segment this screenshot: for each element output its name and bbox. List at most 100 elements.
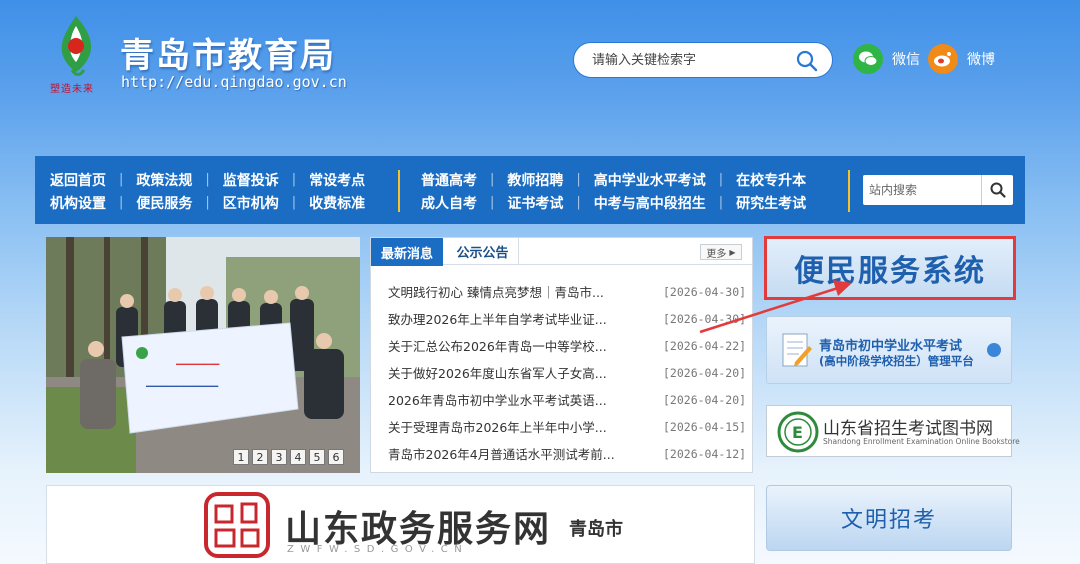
nav-divider: | [205,172,210,187]
weibo-icon [928,44,958,74]
news-date: [2026-04-30] [663,284,747,299]
news-item[interactable]: 2026年青岛市初中学业水平考试英语... [2026-04-20] [371,386,752,413]
nav-certificate[interactable]: 证书考试 [507,193,563,213]
gov-service-city: 青岛市 [569,519,623,540]
tab-announcements[interactable]: 公示公告 [447,238,519,265]
svg-text:E: E [792,423,803,442]
arrow-circle-icon [987,343,1001,357]
news-list: 文明践行初心 臻情点亮梦想｜青岛市... [2026-04-30] 致办理2026… [371,278,752,467]
nav-divider: | [490,195,495,210]
tab-latest-news[interactable]: 最新消息 [371,238,443,266]
nav-complaint[interactable]: 监督投诉 [223,170,279,190]
civilized-exam-banner[interactable]: 文明招考 [766,485,1012,551]
search-icon [990,182,1006,198]
nav-exam-sites[interactable]: 常设考点 [309,170,365,190]
nav-fees[interactable]: 收费标准 [309,193,365,213]
svg-text:━━━━━━━━━: ━━━━━━━━━ [175,360,220,369]
wechat-link[interactable]: 微信 [853,44,920,74]
nav-gaokao[interactable]: 普通高考 [421,170,477,190]
gov-service-url: ZWFW.SD.GOV.CN [287,544,469,555]
news-title[interactable]: 关于汇总公布2026年青岛一中等学校... [388,336,623,355]
junior-exam-platform-banner[interactable]: 青岛市初中学业水平考试 (高中阶段学校招生）管理平台 [766,316,1012,384]
nav-divider: | [119,172,124,187]
document-pencil-icon [782,333,812,367]
nav-organization[interactable]: 机构设置 [50,193,106,213]
nav-services[interactable]: 便民服务 [136,193,192,213]
bookstore-banner[interactable]: E 山东省招生考试图书网 Shandong Enrollment Examina… [766,405,1020,457]
nav-divider: | [576,195,581,210]
nav-policy[interactable]: 政策法规 [136,170,192,190]
news-date: [2026-04-20] [663,392,747,407]
nav-group-right: 普通高考 | 教师招聘 | 高中学业水平考试 | 在校专升本 成人自考 | 证书考试 | … [421,168,806,214]
nav-hs-proficiency[interactable]: 高中学业水平考试 [594,170,706,190]
news-title[interactable]: 关于受理青岛市2026年上半年中小学... [388,417,623,436]
news-item[interactable]: 关于受理青岛市2026年上半年中小学... [2026-04-15] [371,413,752,440]
news-title[interactable]: 2026年青岛市初中学业水平考试英语... [388,390,623,409]
wechat-label: 微信 [892,52,920,68]
site-search-input[interactable] [865,179,977,201]
nav-graduate[interactable]: 研究生考试 [736,193,806,213]
slider-page-2[interactable]: 2 [252,449,268,465]
news-date: [2026-04-30] [663,311,747,326]
search-icon[interactable] [796,50,818,72]
nav-divider: | [718,172,724,187]
news-tabs: 最新消息 公示公告 更多 ▶ [371,238,752,266]
nav-divider: | [205,195,210,210]
nav-divider: | [291,195,297,210]
slider-page-4[interactable]: 4 [290,449,306,465]
nav-home[interactable]: 返回首页 [50,170,106,190]
site-url: http://edu.qingdao.gov.cn [121,73,347,91]
news-item[interactable]: 致办理2026年上半年自学考试毕业证... [2026-04-30] [371,305,752,332]
gov-seal-icon [204,492,270,558]
nav-divider: | [291,172,297,187]
site-search-button[interactable] [981,175,1013,205]
news-item[interactable]: 关于做好2026年度山东省军人子女高... [2026-04-20] [371,359,752,386]
header-search-box[interactable] [573,42,833,78]
nav-divider: | [576,172,581,187]
news-item[interactable]: 青岛市2026年4月普通话水平测试考前... [2026-04-12] [371,440,752,467]
gov-service-banner[interactable]: 山东政务服务网 青岛市 ZWFW.SD.GOV.CN [46,485,755,564]
nav-divider: | [718,195,724,210]
civilized-exam-label: 文明招考 [840,508,937,533]
nav-divider: | [490,172,495,187]
site-search-box[interactable] [863,175,1013,205]
nav-district[interactable]: 区市机构 [223,193,279,213]
logo-motto: 塑造未来 [50,84,94,95]
news-title[interactable]: 青岛市2026年4月普通话水平测试考前... [388,444,623,463]
bookstore-logo-icon: E [777,411,819,453]
convenience-service-label: 便民服务系统 [794,254,986,289]
nav-teacher-recruit[interactable]: 教师招聘 [507,170,563,190]
junior-exam-title: 青岛市初中学业水平考试 [819,339,963,354]
nav-yellow-divider [848,170,850,212]
nav-self-study[interactable]: 成人自考 [421,193,477,213]
nav-group-left: 返回首页 | 政策法规 | 监督投诉 | 常设考点 机构设置 | 便民服务 | 区市机构 |… [50,168,365,214]
slider-photo: ━━━━━━━━━ ━━━━━━━━━━━━━━━ [46,237,360,473]
logo-icon [61,16,92,76]
news-date: [2026-04-15] [663,419,747,434]
news-title[interactable]: 致办理2026年上半年自学考试毕业证... [388,309,623,328]
nav-zhongkao[interactable]: 中考与高中段招生 [594,193,706,213]
news-date: [2026-04-22] [663,338,747,353]
bookstore-subtitle: Shandong Enrollment Examination Online B… [823,437,1020,446]
header-search-input[interactable] [592,51,782,69]
weibo-link[interactable]: 微博 [928,44,995,74]
news-title[interactable]: 关于做好2026年度山东省军人子女高... [388,363,623,382]
nav-divider: | [119,195,124,210]
slider-page-1[interactable]: 1 [233,449,249,465]
more-button[interactable]: 更多 ▶ [700,244,742,260]
site-title[interactable]: 青岛市教育局 [120,28,336,77]
slider-page-5[interactable]: 5 [309,449,325,465]
slider-page-6[interactable]: 6 [328,449,344,465]
junior-exam-subtitle: (高中阶段学校招生）管理平台 [819,354,974,368]
more-label: 更多 [706,248,727,260]
bookstore-title: 山东省招生考试图书网 [823,419,993,439]
news-item[interactable]: 文明践行初心 臻情点亮梦想｜青岛市... [2026-04-30] [371,278,752,305]
slider-page-3[interactable]: 3 [271,449,287,465]
news-panel: 最新消息 公示公告 更多 ▶ 文明践行初心 臻情点亮梦想｜青岛市... [2026… [370,237,753,473]
nav-upgrade[interactable]: 在校专升本 [736,170,806,190]
news-item[interactable]: 关于汇总公布2026年青岛一中等学校... [2026-04-22] [371,332,752,359]
photo-slider[interactable]: ━━━━━━━━━ ━━━━━━━━━━━━━━━ 1 2 3 4 5 6 [46,237,360,473]
convenience-service-banner[interactable]: 便民服务系统 [764,236,1016,300]
news-title[interactable]: 文明践行初心 臻情点亮梦想｜青岛市... [388,282,623,301]
main-nav: 返回首页 | 政策法规 | 监督投诉 | 常设考点 机构设置 | 便民服务 | 区市机构 |… [35,156,1025,224]
